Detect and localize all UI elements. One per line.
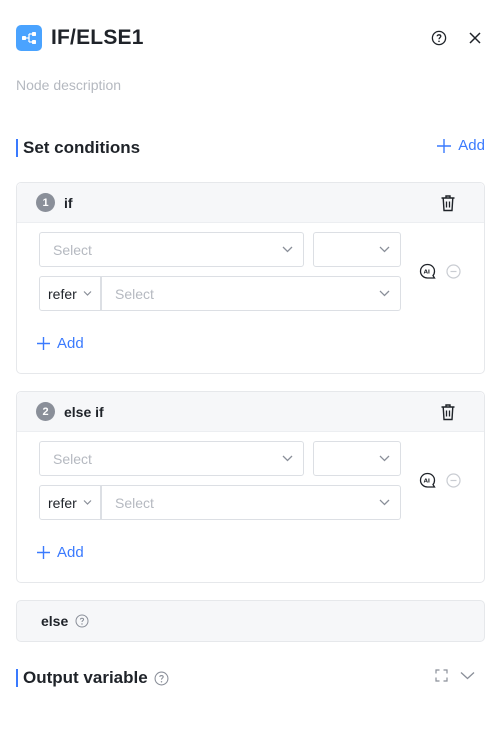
refer-type-label: refer — [48, 285, 77, 302]
case-label: else if — [64, 403, 104, 420]
chevron-down-icon — [379, 499, 390, 506]
add-condition-button[interactable]: Add — [436, 137, 485, 154]
variable-select-placeholder: Select — [53, 450, 92, 467]
chevron-down-icon[interactable] — [460, 671, 475, 680]
value-select-placeholder: Select — [115, 285, 154, 302]
value-select[interactable]: Select — [101, 485, 401, 520]
else-branch-card: else — [16, 600, 485, 642]
output-variable-actions — [435, 669, 475, 682]
panel-header: IF/ELSE1 — [16, 22, 487, 54]
value-select-placeholder: Select — [115, 494, 154, 511]
chevron-down-icon — [379, 246, 390, 253]
expand-icon[interactable] — [435, 669, 448, 682]
plus-icon — [437, 138, 452, 153]
chevron-down-icon — [282, 246, 293, 253]
case-number-badge: 1 — [36, 193, 55, 212]
plus-icon — [37, 337, 50, 350]
case-number-badge: 2 — [36, 402, 55, 421]
close-icon[interactable] — [465, 28, 485, 48]
output-variable-title: Output variable — [23, 668, 148, 687]
set-conditions-heading: Set conditions — [16, 138, 140, 158]
condition-card-header: 2 else if — [17, 392, 484, 432]
remove-condition-icon[interactable] — [446, 473, 461, 488]
add-sub-condition-button[interactable]: Add — [36, 544, 84, 561]
operator-select[interactable] — [313, 232, 401, 267]
condition-card-else-if: 2 else if Select AI refer Select Add — [16, 391, 485, 583]
condition-card-if: 1 if Select AI refer Select Add — [16, 182, 485, 374]
refer-type-select[interactable]: refer — [39, 276, 101, 311]
svg-text:AI: AI — [424, 269, 430, 275]
chevron-down-icon — [379, 455, 390, 462]
output-variable-heading: Output variable — [16, 668, 169, 688]
question-circle-icon[interactable] — [75, 614, 89, 628]
question-circle-icon[interactable] — [154, 671, 169, 686]
section-accent-bar — [16, 139, 18, 157]
trash-icon[interactable] — [440, 403, 456, 421]
case-label: if — [64, 194, 73, 211]
operator-select[interactable] — [313, 441, 401, 476]
variable-select[interactable]: Select — [39, 441, 304, 476]
set-conditions-title: Set conditions — [23, 138, 141, 157]
chevron-down-icon — [379, 290, 390, 297]
svg-text:AI: AI — [424, 478, 430, 484]
chevron-down-icon — [83, 291, 92, 296]
refer-type-label: refer — [48, 494, 77, 511]
add-condition-label: Add — [458, 137, 485, 154]
plus-icon — [37, 546, 50, 559]
chevron-down-icon — [282, 455, 293, 462]
node-description-input[interactable]: Node description — [16, 77, 121, 93]
refer-type-select[interactable]: refer — [39, 485, 101, 520]
ai-assist-icon[interactable]: AI — [419, 472, 436, 489]
trash-icon[interactable] — [440, 194, 456, 212]
chevron-down-icon — [83, 500, 92, 505]
ai-assist-icon[interactable]: AI — [419, 263, 436, 280]
else-label: else — [41, 613, 69, 629]
value-select[interactable]: Select — [101, 276, 401, 311]
add-sub-condition-label: Add — [57, 335, 84, 352]
add-sub-condition-button[interactable]: Add — [36, 335, 84, 352]
variable-select[interactable]: Select — [39, 232, 304, 267]
section-accent-bar — [16, 669, 18, 687]
node-title[interactable]: IF/ELSE1 — [51, 26, 144, 50]
add-sub-condition-label: Add — [57, 544, 84, 561]
question-circle-icon[interactable] — [429, 28, 449, 48]
branch-node-icon — [16, 25, 42, 51]
variable-select-placeholder: Select — [53, 241, 92, 258]
remove-condition-icon[interactable] — [446, 264, 461, 279]
condition-card-header: 1 if — [17, 183, 484, 223]
